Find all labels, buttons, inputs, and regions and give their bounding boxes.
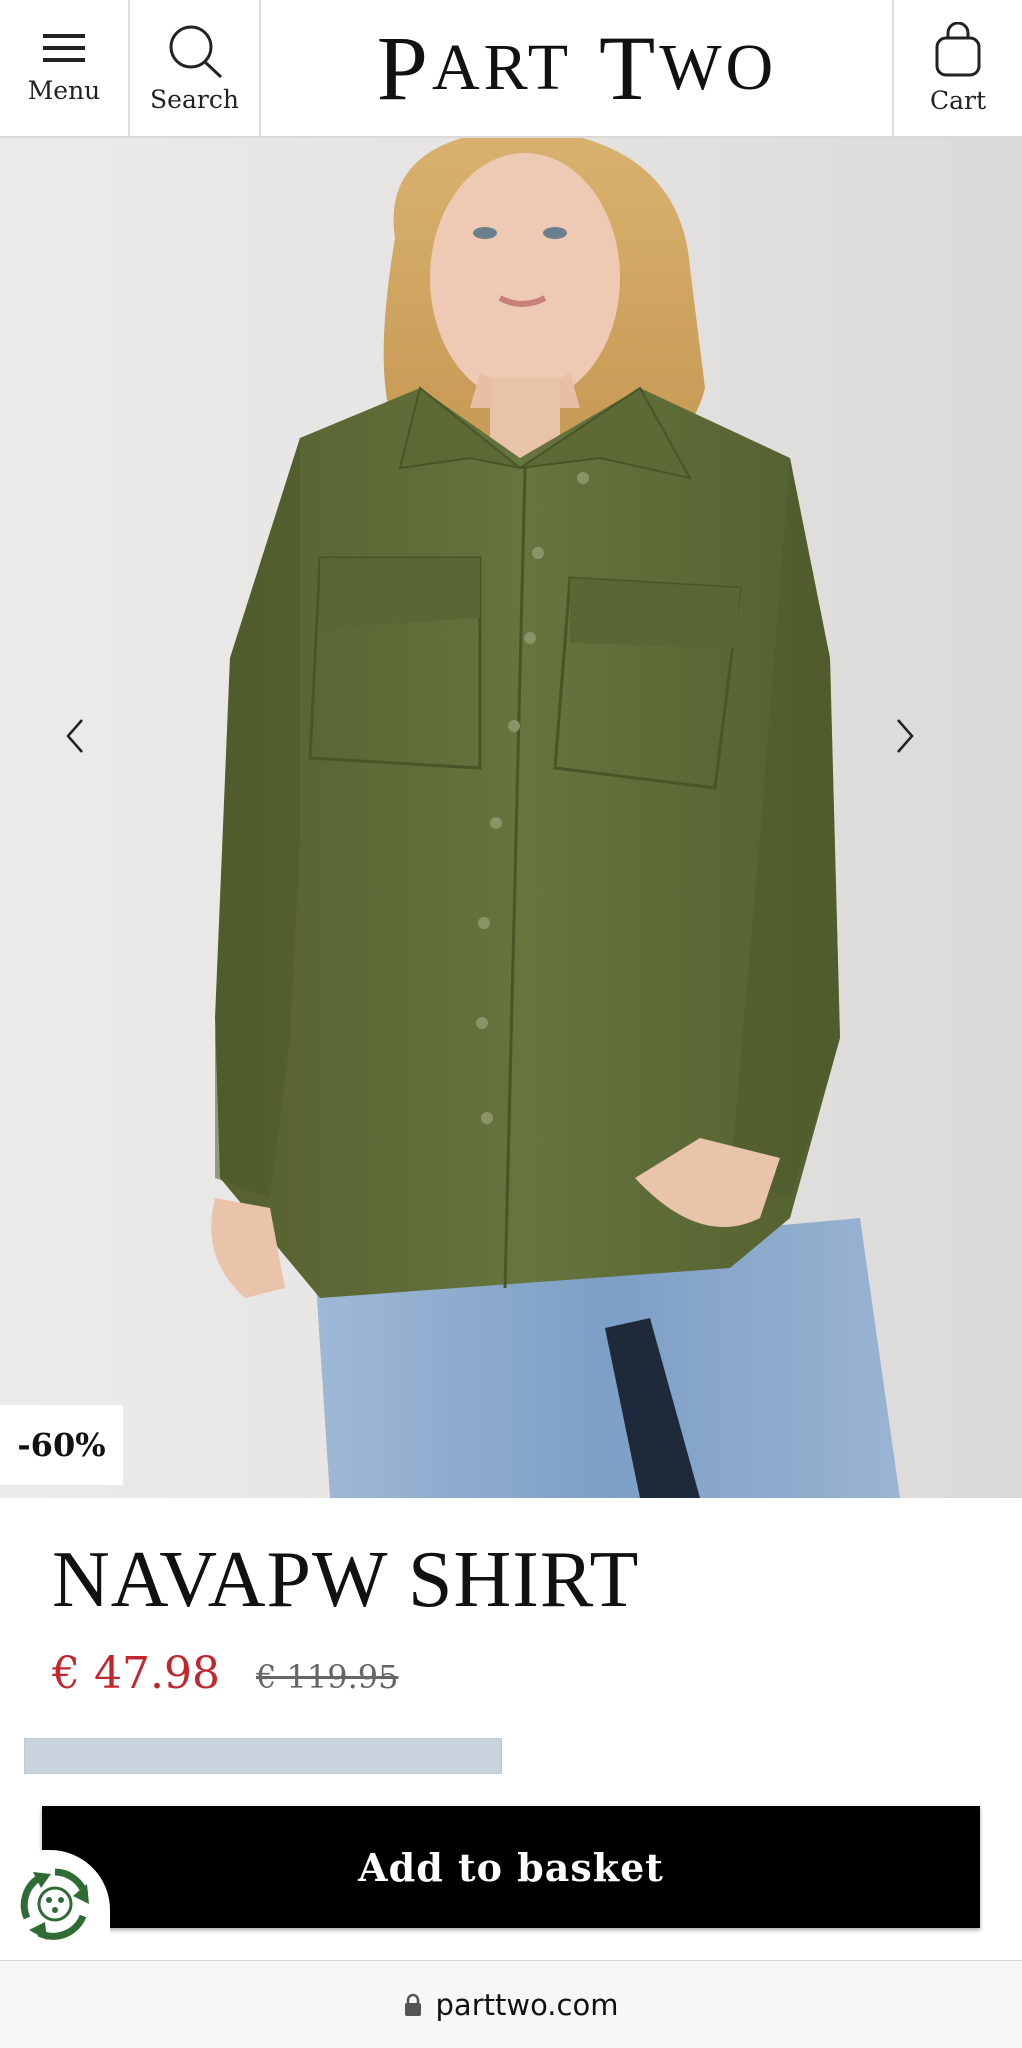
shopping-bag-icon — [934, 21, 982, 82]
price-row: € 47.98 € 119.95 — [52, 1648, 398, 1699]
search-icon — [165, 23, 225, 83]
product-image-gallery[interactable]: -60% — [0, 138, 1022, 1498]
sale-price: € 47.98 — [52, 1648, 220, 1699]
next-image-button[interactable] — [894, 718, 954, 798]
browser-address-bar[interactable]: parttwo.com — [0, 1960, 1022, 2048]
search-button[interactable]: Search — [130, 0, 261, 136]
logo-letter: P — [376, 17, 432, 119]
previous-image-button[interactable] — [64, 718, 124, 798]
lock-icon — [404, 1993, 422, 2017]
search-label: Search — [150, 84, 239, 114]
menu-button[interactable]: Menu — [0, 0, 130, 136]
site-logo[interactable]: P ART T WO — [262, 0, 892, 136]
cart-label: Cart — [929, 85, 987, 115]
add-to-basket-button[interactable]: Add to basket — [42, 1806, 980, 1928]
product-title: NAVAPW SHIRT — [52, 1536, 640, 1624]
size-selector-bar[interactable] — [24, 1738, 502, 1774]
logo-letters: WO — [659, 31, 778, 104]
logo-letters: ART — [431, 31, 573, 104]
original-price: € 119.95 — [255, 1658, 399, 1696]
logo-letter: T — [599, 17, 660, 119]
menu-label: Menu — [27, 75, 101, 105]
cart-button[interactable]: Cart — [892, 0, 1022, 136]
product-photo — [211, 138, 900, 1498]
hamburger-icon — [43, 32, 85, 68]
recycle-icon — [17, 1866, 93, 1946]
site-header: Menu Search P ART T WO Cart — [0, 0, 1022, 138]
discount-badge: -60% — [0, 1405, 123, 1485]
url-text: parttwo.com — [435, 1987, 619, 2022]
